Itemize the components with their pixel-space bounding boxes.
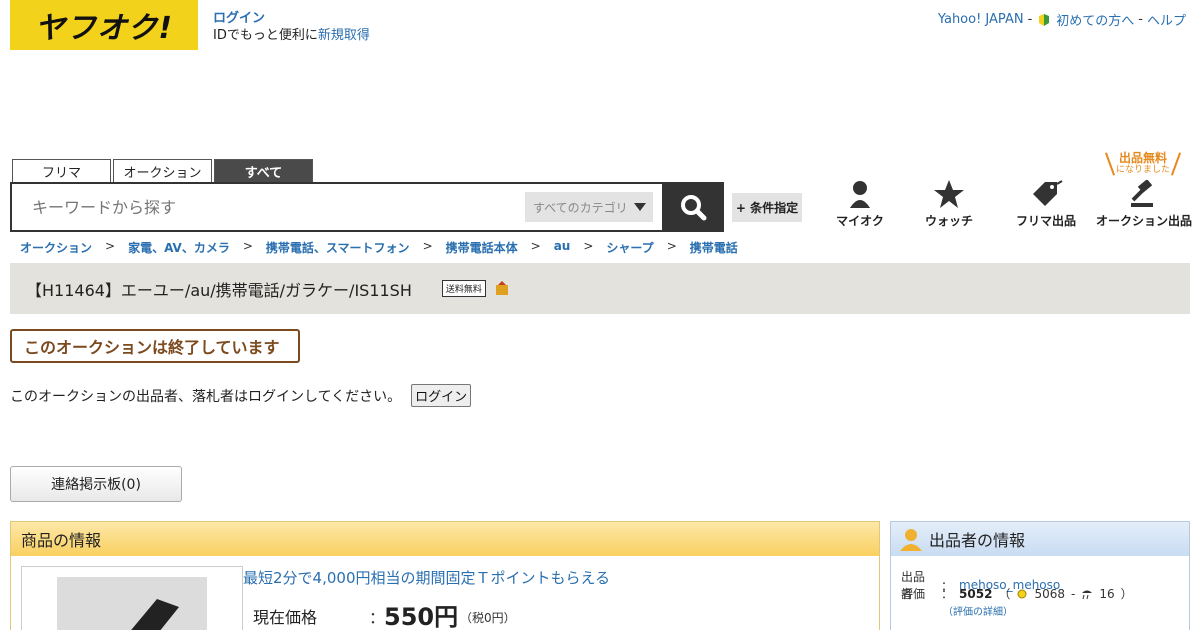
gavel-icon [1131,180,1153,207]
beginner-mark-icon [1039,13,1050,26]
auction-sell-button[interactable]: オークション出品 [1096,180,1192,229]
login-box: ログイン IDでもっと便利に新規取得 [213,10,370,44]
rating-detail-link[interactable]: （評価の詳細） [943,603,1013,618]
seller-avatar-icon [900,529,922,551]
person-icon [850,181,870,208]
login-button[interactable]: ログイン [411,384,472,407]
first-time-link[interactable]: 初めての方へ [1056,10,1134,29]
category-value: すべてのカテゴリ [533,200,628,215]
breadcrumb-item[interactable]: 携帯電話 [690,239,738,256]
chevron-down-icon [633,203,646,211]
watch-label: ウォッチ [924,214,973,228]
rating-detail-row: （評価の詳細） [943,603,1013,618]
tab-flea[interactable]: フリマ [12,159,111,183]
separator: - [1138,12,1143,27]
breadcrumb-separator: > [666,239,677,253]
breadcrumb-item[interactable]: 家電、AV、カメラ [128,239,230,256]
seller-info-panel: 出品者の情報 出品者 ： mehoso_mehoso 評価 ： 5052 （ 5… [890,521,1190,630]
price-colon: ： [369,608,386,627]
category-select[interactable]: すべてのカテゴリ [525,192,653,222]
current-price: 550円 [384,603,459,630]
breadcrumb-item[interactable]: オークション [20,239,92,256]
breadcrumb-item[interactable]: シャープ [606,239,653,256]
tax-amount: （税0円） [460,611,516,625]
tpoint-promo-link[interactable]: 最短2分で4,000円相当の期間固定Ｔポイントもらえる [243,567,610,588]
rating-label: 評価 [901,587,926,601]
myauc-label: マイオク [836,214,884,228]
tab-all[interactable]: すべて [214,159,313,183]
rating-row: 評価 ： 5052 （ 5068 - 16 ） [901,585,1133,602]
top-links: Yahoo! JAPAN - 初めての方へ - ヘルプ [938,10,1186,29]
item-info-panel: 商品の情報 最短2分で4,000円相当の期間固定Ｔポイントもらえる 現在価格 ：… [10,521,880,630]
breadcrumb-separator: > [583,239,594,253]
rating-sep: - [1070,586,1076,601]
rating-colon: ： [941,587,954,601]
id-text: IDでもっと便利に [213,28,318,43]
seller-info-heading-row: 出品者の情報 [891,522,1189,556]
search-button[interactable] [662,182,724,232]
auction-ended-notice: このオークションは終了しています [10,329,300,363]
rating-bad: 16 [1099,586,1115,601]
breadcrumb-item[interactable]: 携帯電話、スマートフォン [266,239,410,256]
signup-link[interactable]: 新規取得 [318,28,370,43]
help-link[interactable]: ヘルプ [1147,10,1186,29]
tab-auction[interactable]: オークション [113,159,212,183]
search-icon [681,195,707,221]
breadcrumb-item[interactable]: 携帯電話本体 [446,239,518,256]
breadcrumb-separator: > [242,239,253,253]
price-tag-icon [1033,180,1063,206]
yahoo-japan-link[interactable]: Yahoo! JAPAN [938,12,1024,27]
myauc-button[interactable]: マイオク [812,180,908,229]
breadcrumb-separator: > [530,239,541,253]
search-input[interactable] [12,185,512,229]
sun-icon [1017,589,1027,598]
breadcrumb-separator: > [105,239,116,253]
message-board-button[interactable]: 連絡掲示板(0) [10,466,182,502]
new-item-icon [495,280,508,295]
search-tabs: フリマ オークション すべて [12,159,313,183]
breadcrumb-item[interactable]: au [554,239,571,256]
login-message: このオークションの出品者、落札者はログインしてください。 [10,388,402,405]
free-shipping-badge: 送料無料 [441,280,486,297]
item-info-heading: 商品の情報 [11,522,879,556]
flea-sell-label: フリマ出品 [1015,214,1076,228]
search-box: すべてのカテゴリ [10,182,724,232]
price-label: 現在価格 [253,608,318,627]
free-listing-badge: 出品無料 になりました [1103,152,1183,178]
rating-close-paren: ） [1120,587,1133,601]
phone-image [57,577,207,630]
item-title: 【H11464】エーユー/au/携帯電話/ガラケー/IS11SH [26,280,412,300]
item-thumbnail[interactable] [57,577,207,630]
star-icon [934,180,964,208]
breadcrumb: オークション > 家電、AV、カメラ > 携帯電話、スマートフォン > 携帯電話本体 >… [20,239,738,256]
thumbnail-box [21,566,243,630]
yahuoku-logo[interactable]: ヤフオク! [10,0,198,50]
separator: - [1027,12,1033,27]
item-title-bar: 【H11464】エーユー/au/携帯電話/ガラケー/IS11SH 送料無料 [10,263,1190,314]
login-link[interactable]: ログイン [213,10,370,27]
rain-icon [1082,590,1093,599]
free-badge-text: 出品無料 [1118,151,1167,165]
rating-total[interactable]: 5052 [959,587,992,601]
watch-button[interactable]: ウォッチ [901,180,997,229]
flea-sell-button[interactable]: フリマ出品 [998,180,1094,229]
rating-open-paren: （ [998,587,1011,601]
logo-text: ヤフオク! [34,11,174,46]
login-message-row: このオークションの出品者、落札者はログインしてください。 ログイン [10,384,472,407]
breadcrumb-separator: > [422,239,433,253]
rating-good: 5068 [1034,586,1065,601]
free-badge-subtext: になりました [1115,165,1170,175]
condition-button[interactable]: + 条件指定 [732,193,802,222]
seller-info-heading: 出品者の情報 [929,531,1026,550]
auction-sell-label: オークション出品 [1096,214,1193,228]
